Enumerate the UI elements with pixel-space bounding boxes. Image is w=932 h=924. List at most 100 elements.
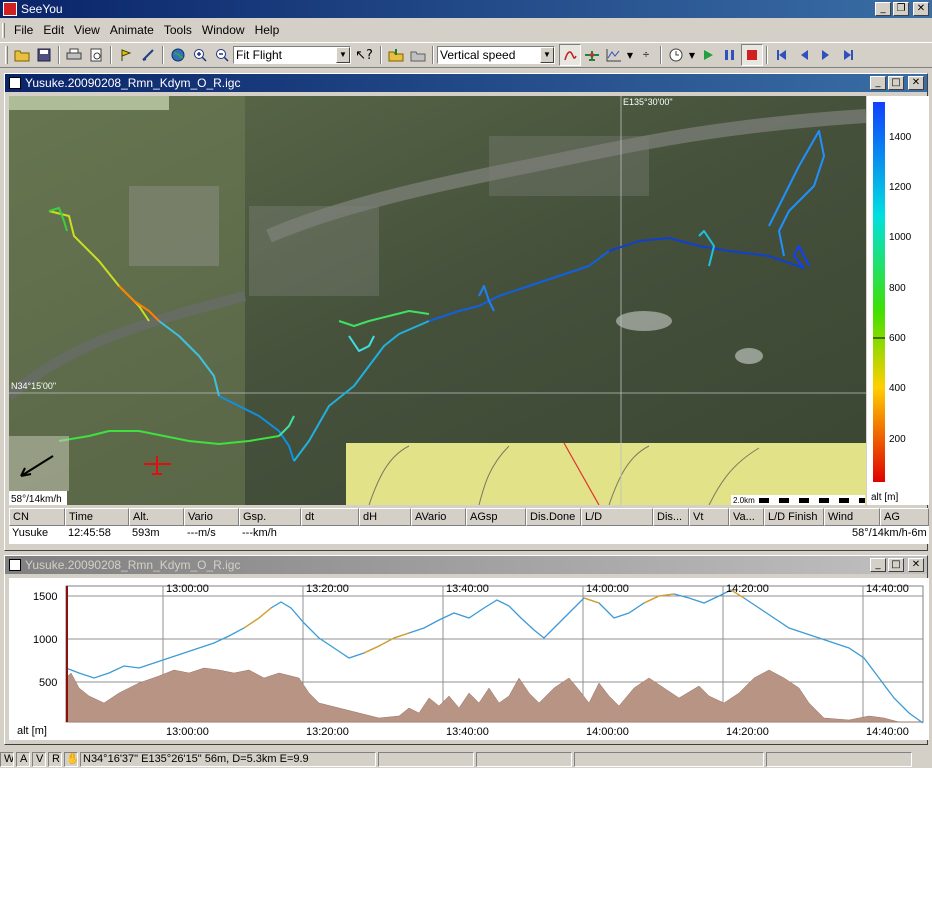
column-header[interactable]: AG (880, 508, 929, 526)
menu-edit[interactable]: Edit (38, 23, 69, 37)
legend-tick: 400 (889, 383, 906, 394)
stop-icon[interactable] (741, 44, 763, 66)
restore-button[interactable]: ❐ (893, 2, 909, 16)
column-header[interactable]: dt (301, 508, 359, 526)
legend-unit: alt [m] (871, 492, 898, 503)
chevron-down-icon[interactable]: ▼ (625, 44, 635, 66)
pause-icon[interactable] (719, 44, 741, 66)
hand-icon[interactable]: ✋ (64, 752, 78, 767)
column-header[interactable]: Vario (184, 508, 239, 526)
column-header[interactable]: AGsp (466, 508, 526, 526)
play-icon[interactable] (697, 44, 719, 66)
color-mode-combo[interactable]: Vertical speed ▼ (437, 46, 555, 64)
open-folder-icon[interactable] (11, 44, 33, 66)
column-header[interactable]: dH (359, 508, 411, 526)
column-header[interactable]: Dis.Done (526, 508, 581, 526)
column-header[interactable]: Va... (729, 508, 764, 526)
chevron-down-icon[interactable]: ▼ (336, 47, 350, 63)
cell-cn: Yusuke (12, 527, 49, 539)
save-icon[interactable] (33, 44, 55, 66)
next-icon[interactable] (815, 44, 837, 66)
menu-help[interactable]: Help (250, 23, 285, 37)
cursor-position: N34°16'37" E135°26'15" 56m, D=5.3km E=9.… (80, 752, 376, 767)
zoom-out-icon[interactable] (211, 44, 233, 66)
barogram-chart[interactable]: 1500 1000 500 alt [m] 13:00:00 13:20:00 … (9, 578, 929, 740)
last-icon[interactable] (837, 44, 859, 66)
y-tick: 500 (39, 677, 57, 689)
map-window-title: Yusuke.20090208_Rmn_Kdym_O_R.igc (25, 76, 241, 90)
column-header[interactable]: Wind (824, 508, 880, 526)
y-tick: 1000 (33, 634, 57, 646)
close-button[interactable]: ✕ (913, 2, 929, 16)
status-panel (378, 752, 474, 767)
toolbar-separator (110, 46, 112, 64)
column-header[interactable]: Alt. (129, 508, 184, 526)
wind-label: 58°/14km/h (11, 494, 62, 505)
minimize-button[interactable]: _ (875, 2, 891, 16)
time-tick-bottom: 13:00:00 (166, 726, 209, 738)
statistics-icon[interactable]: ÷ (635, 44, 657, 66)
minimize-button[interactable]: _ (870, 558, 886, 572)
clock-icon[interactable] (665, 44, 687, 66)
barogram-title-bar: Yusuke.20090208_Rmn_Kdym_O_R.igc _ □ ✕ (5, 556, 927, 574)
waypoint-icon[interactable] (115, 44, 137, 66)
column-header[interactable]: Time (65, 508, 129, 526)
menu-file[interactable]: File (9, 23, 38, 37)
barogram-canvas[interactable]: 1500 1000 500 alt [m] 13:00:00 13:20:00 … (9, 578, 929, 740)
menu-tools[interactable]: Tools (159, 23, 197, 37)
seeyou-app: SeeYou _ ❐ ✕ File Edit View Animate Tool… (0, 0, 932, 768)
legend-tick: 1000 (889, 232, 912, 243)
column-header[interactable]: AVario (411, 508, 466, 526)
import-icon[interactable] (385, 44, 407, 66)
menu-grip[interactable] (2, 22, 5, 38)
mode-w[interactable]: W (0, 752, 14, 767)
flight-track-icon[interactable] (559, 44, 581, 66)
menu-view[interactable]: View (69, 23, 105, 37)
close-button[interactable]: ✕ (908, 558, 924, 572)
help-cursor-icon[interactable]: ↖? (351, 44, 377, 66)
app-title: SeeYou (21, 2, 63, 16)
scale-label: 2.0km (733, 496, 755, 505)
y-axis-unit: alt [m] (17, 725, 47, 737)
town-area (129, 186, 219, 266)
column-header[interactable]: CN (9, 508, 65, 526)
time-tick-top: 14:20:00 (726, 583, 769, 595)
map-view[interactable]: E135°30'00" N34°15'00" 58°/14km/h 2.0km (9, 96, 866, 505)
toolbar-separator (432, 46, 434, 64)
previous-icon[interactable] (793, 44, 815, 66)
cell-spacer (301, 526, 849, 542)
map-canvas[interactable]: E135°30'00" N34°15'00" 58°/14km/h 2.0km (9, 96, 866, 505)
zoom-combo[interactable]: Fit Flight ▼ (233, 46, 351, 64)
export-icon[interactable] (407, 44, 429, 66)
print-icon[interactable] (63, 44, 85, 66)
minimize-button[interactable]: _ (870, 76, 886, 90)
graph-icon[interactable] (603, 44, 625, 66)
close-button[interactable]: ✕ (908, 76, 924, 90)
legend-tick: 1200 (889, 182, 912, 193)
print-preview-icon[interactable] (85, 44, 107, 66)
main-toolbar: Fit Flight ▼ ↖? Vertical speed ▼ ▼ ÷ ▼ (0, 42, 932, 68)
toolbar-grip[interactable] (5, 46, 8, 64)
first-icon[interactable] (771, 44, 793, 66)
glider-map-icon[interactable] (581, 44, 603, 66)
legend-tick: 600 (889, 333, 906, 344)
mode-v[interactable]: V (32, 752, 46, 767)
menu-animate[interactable]: Animate (105, 23, 159, 37)
table-row[interactable]: Yusuke 12:45:58 593m ---m/s ---km/h 58°/… (9, 526, 929, 542)
maximize-button[interactable]: □ (888, 558, 904, 572)
column-header[interactable]: Vt (689, 508, 729, 526)
task-edit-icon[interactable] (137, 44, 159, 66)
menu-window[interactable]: Window (197, 23, 250, 37)
column-header[interactable]: L/D Finish (764, 508, 824, 526)
chevron-down-icon[interactable]: ▼ (687, 44, 697, 66)
chevron-down-icon[interactable]: ▼ (540, 47, 554, 63)
barogram-window: Yusuke.20090208_Rmn_Kdym_O_R.igc _ □ ✕ 1… (4, 555, 929, 745)
maximize-button[interactable]: □ (888, 76, 904, 90)
mode-a[interactable]: A (16, 752, 30, 767)
column-header[interactable]: Gsp. (239, 508, 301, 526)
zoom-in-icon[interactable] (189, 44, 211, 66)
mode-r[interactable]: R (48, 752, 62, 767)
globe-icon[interactable] (167, 44, 189, 66)
column-header[interactable]: L/D (581, 508, 653, 526)
column-header[interactable]: Dis... (653, 508, 689, 526)
